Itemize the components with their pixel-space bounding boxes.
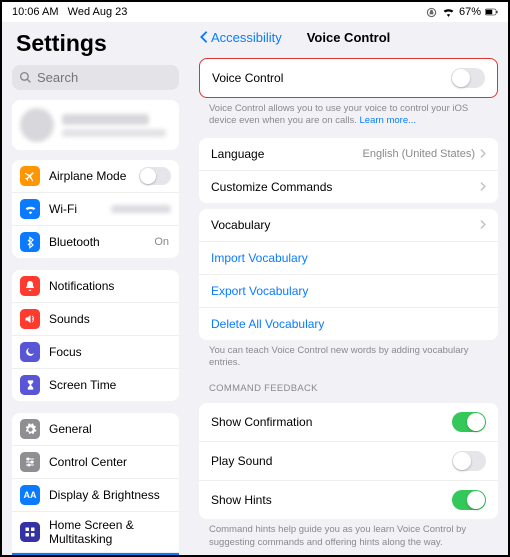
learn-more-link[interactable]: Learn more... (360, 115, 417, 126)
toggle[interactable] (451, 68, 485, 88)
sidebar-item-label: Airplane Mode (49, 169, 139, 183)
account-name-redacted (62, 114, 149, 125)
sidebar-item-label: Bluetooth (49, 235, 154, 249)
settings-row-play-sound[interactable]: Play Sound (199, 442, 498, 481)
airplane-icon (20, 166, 40, 186)
grid-icon (20, 522, 40, 542)
moon-icon (20, 342, 40, 362)
chevron-left-icon (199, 30, 209, 44)
battery-icon (485, 7, 498, 17)
status-time: 10:06 AM (12, 6, 58, 18)
row-label: Export Vocabulary (211, 284, 486, 298)
settings-group: Show Confirmation Play Sound Show Hints (199, 403, 498, 519)
toggle[interactable] (452, 490, 486, 510)
sidebar-item-label: Control Center (49, 455, 171, 469)
wifi-icon (442, 7, 455, 17)
chevron-right-icon (479, 148, 486, 159)
sidebar-item-label: Screen Time (49, 378, 171, 392)
section-footer: You can teach Voice Control new words by… (189, 340, 508, 374)
avatar (20, 108, 54, 142)
row-value: English (United States) (363, 148, 476, 160)
sidebar-item-label: Home Screen & Multitasking (49, 518, 171, 546)
sidebar-item-label: Display & Brightness (49, 488, 171, 502)
sidebar-item-label: General (49, 422, 171, 436)
search-icon (19, 71, 32, 84)
toggle[interactable] (452, 451, 486, 471)
detail-pane: Accessibility Voice Control Voice Contro… (189, 22, 508, 555)
row-label: Voice Control (212, 71, 451, 85)
status-date: Wed Aug 23 (68, 6, 128, 18)
search-field[interactable] (12, 65, 179, 90)
battery-percent: 67% (459, 6, 481, 18)
row-value: On (154, 236, 169, 248)
bell-icon (20, 276, 40, 296)
settings-row-vocabulary[interactable]: Vocabulary (199, 209, 498, 242)
row-label: Import Vocabulary (211, 251, 486, 265)
account-row[interactable] (12, 100, 179, 150)
sidebar-item-bluetooth[interactable]: BluetoothOn (12, 226, 179, 258)
sidebar: Settings Airplane Mode Wi-Fi BluetoothOn No… (2, 22, 189, 555)
settings-row-import-vocabulary[interactable]: Import Vocabulary (199, 242, 498, 275)
row-label: Show Confirmation (211, 415, 452, 429)
hourglass-icon (20, 375, 40, 395)
sidebar-item-sounds[interactable]: Sounds (12, 303, 179, 336)
settings-group: LanguageEnglish (United States) Customize… (199, 138, 498, 203)
sidebar-title: Settings (2, 22, 189, 61)
sidebar-item-notifications[interactable]: Notifications (12, 270, 179, 303)
sidebar-item-accessibility[interactable]: Accessibility (12, 553, 179, 555)
chevron-right-icon (479, 181, 486, 192)
row-label: Show Hints (211, 493, 452, 507)
back-label: Accessibility (211, 30, 282, 45)
account-sub-redacted (62, 129, 166, 137)
gear-icon (20, 419, 40, 439)
section-footer: Command hints help guide you as you lear… (189, 519, 508, 553)
settings-group: Vocabulary Import Vocabulary Export Vocabu… (199, 209, 498, 340)
sidebar-item-airplane-mode[interactable]: Airplane Mode (12, 160, 179, 193)
settings-row-show-confirmation[interactable]: Show Confirmation (199, 403, 498, 442)
section-footer: Voice Control allows you to use your voi… (189, 98, 508, 132)
row-label: Customize Commands (211, 180, 479, 194)
settings-row-export-vocabulary[interactable]: Export Vocabulary (199, 275, 498, 308)
row-label: Delete All Vocabulary (211, 317, 486, 331)
sidebar-item-label: Sounds (49, 312, 171, 326)
chevron-right-icon (479, 219, 486, 230)
wifi-icon (20, 199, 40, 219)
settings-row-show-hints[interactable]: Show Hints (199, 481, 498, 519)
row-label: Language (211, 147, 363, 161)
settings-row-voice-control[interactable]: Voice Control (200, 59, 497, 97)
value-redacted (111, 205, 171, 213)
sidebar-item-label: Focus (49, 345, 171, 359)
row-label: Play Sound (211, 454, 452, 468)
sidebar-item-display-brightness[interactable]: AA Display & Brightness (12, 479, 179, 512)
settings-group: Voice Control (199, 58, 498, 98)
sidebar-item-home-screen-multitasking[interactable]: Home Screen & Multitasking (12, 512, 179, 553)
sidebar-item-screen-time[interactable]: Screen Time (12, 369, 179, 401)
sidebar-item-focus[interactable]: Focus (12, 336, 179, 369)
toggle[interactable] (452, 412, 486, 432)
sidebar-group: Airplane Mode Wi-Fi BluetoothOn (12, 160, 179, 258)
row-label: Vocabulary (211, 218, 479, 232)
detail-title: Voice Control (307, 30, 391, 45)
sidebar-group: General Control Center AA Display & Brightn… (12, 413, 179, 555)
sidebar-group: Notifications Sounds Focus Screen Time (12, 270, 179, 401)
sidebar-item-control-center[interactable]: Control Center (12, 446, 179, 479)
section-header: CONTINUOUS OVERLAY (189, 553, 508, 555)
sidebar-item-wi-fi[interactable]: Wi-Fi (12, 193, 179, 226)
back-button[interactable]: Accessibility (199, 30, 282, 45)
bluetooth-icon (20, 232, 40, 252)
settings-row-language[interactable]: LanguageEnglish (United States) (199, 138, 498, 171)
settings-row-delete-all-vocabulary[interactable]: Delete All Vocabulary (199, 308, 498, 340)
search-input[interactable] (37, 70, 172, 85)
sidebar-item-general[interactable]: General (12, 413, 179, 446)
sliders-icon (20, 452, 40, 472)
sidebar-item-label: Wi-Fi (49, 202, 111, 216)
status-bar: 10:06 AM Wed Aug 23 67% (2, 2, 508, 22)
toggle[interactable] (139, 167, 171, 185)
lock-rotation-icon (425, 7, 438, 17)
speaker-icon (20, 309, 40, 329)
section-header: COMMAND FEEDBACK (189, 373, 508, 397)
sidebar-item-label: Notifications (49, 279, 171, 293)
settings-row-customize-commands[interactable]: Customize Commands (199, 171, 498, 203)
aa-icon: AA (20, 485, 40, 505)
